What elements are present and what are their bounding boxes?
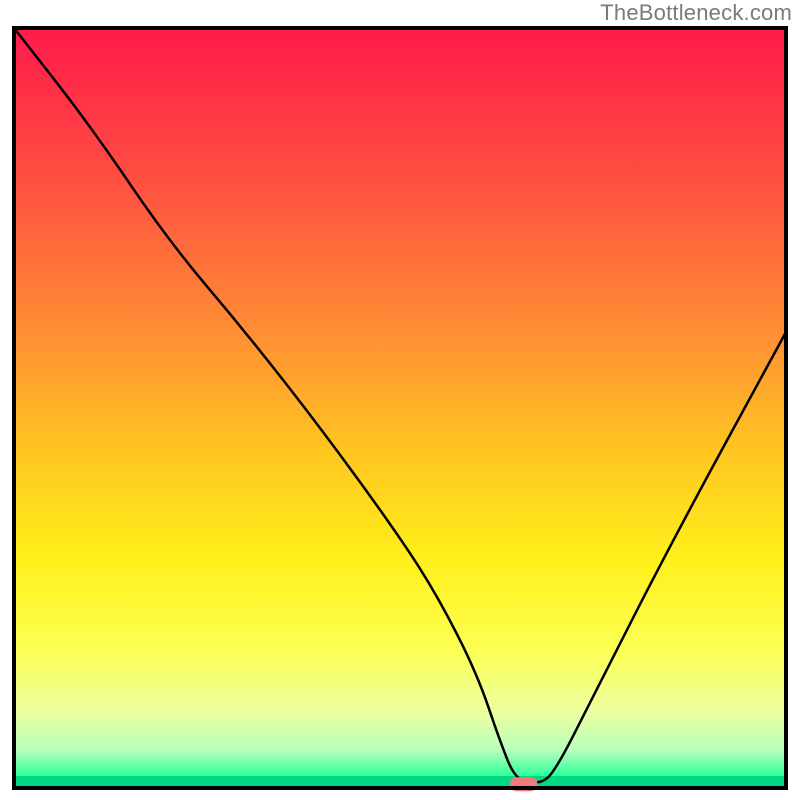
bottleneck-chart (0, 0, 800, 800)
chart-container: TheBottleneck.com (0, 0, 800, 800)
gradient-background (14, 28, 786, 788)
attribution-label: TheBottleneck.com (600, 0, 792, 26)
